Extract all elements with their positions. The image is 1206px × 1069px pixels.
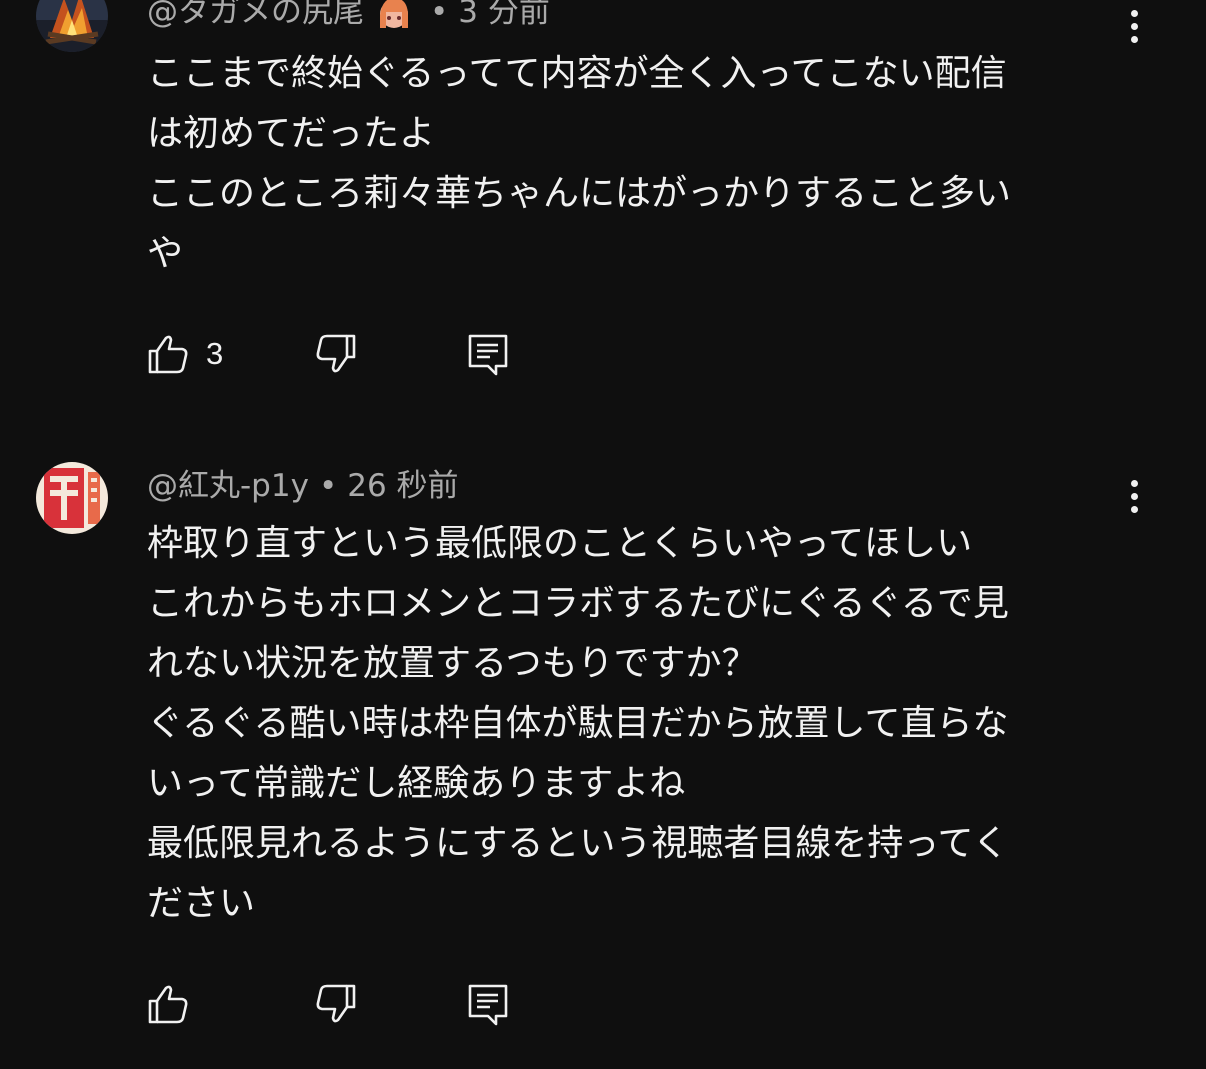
more-options-button[interactable] bbox=[1114, 472, 1154, 520]
thumbs-up-icon bbox=[148, 985, 188, 1024]
campfire-avatar-icon bbox=[36, 0, 108, 52]
reply-button[interactable] bbox=[466, 980, 510, 1028]
comment-thread-item: @タガメの尻尾 • 3 分前 ここまで終始ぐるってて内容が全く入ってこない配信 … bbox=[0, 0, 1206, 400]
author-avatar[interactable] bbox=[36, 462, 108, 534]
comment-line: ここまで終始ぐるってて内容が全く入ってこない配信 bbox=[147, 53, 1007, 94]
comment-action-bar bbox=[146, 980, 546, 1028]
comment-line: いって常識だし経験ありますよね bbox=[147, 763, 686, 804]
comment-header: @タガメの尻尾 • 3 分前 bbox=[147, 0, 550, 32]
like-button[interactable]: 3 bbox=[146, 330, 223, 378]
comment-line: 枠取り直すという最低限のことくらいやってほしい bbox=[147, 523, 973, 564]
author-avatar[interactable] bbox=[36, 0, 108, 52]
comment-text: 枠取り直すという最低限のことくらいやってほしい これからもホロメンとコラボするた… bbox=[147, 514, 1107, 934]
more-options-button[interactable] bbox=[1114, 2, 1154, 50]
dislike-button[interactable] bbox=[314, 980, 358, 1028]
comment-line: ここのところ莉々華ちゃんにはがっかりすること多い bbox=[147, 173, 1012, 214]
comment-line: 最低限見れるようにするという視聴者目線を持ってく bbox=[147, 823, 1009, 864]
like-button[interactable] bbox=[146, 980, 190, 1028]
member-badge-icon bbox=[372, 0, 416, 30]
comment-line: や bbox=[147, 233, 184, 274]
author-name[interactable]: @紅丸-p1y bbox=[147, 466, 309, 506]
red-emblem-avatar-icon bbox=[36, 462, 108, 534]
thumbs-down-icon bbox=[316, 334, 356, 373]
reply-comment-icon bbox=[468, 984, 508, 1026]
comment-thread-item: @紅丸-p1y • 26 秒前 枠取り直すという最低限のことくらいやってほしい … bbox=[0, 456, 1206, 1056]
like-count: 3 bbox=[206, 336, 224, 371]
separator-dot: • bbox=[430, 0, 449, 30]
comment-timestamp[interactable]: 26 秒前 bbox=[347, 466, 458, 506]
comment-line: ぐるぐる酷い時は枠自体が駄目だから放置して直らな bbox=[147, 703, 1009, 744]
author-name[interactable]: @タガメの尻尾 bbox=[147, 0, 364, 32]
comment-line: ださい bbox=[147, 883, 256, 924]
more-vert-icon bbox=[1130, 9, 1138, 17]
comment-line: は初めてだったよ bbox=[147, 113, 436, 154]
separator-dot: • bbox=[318, 468, 338, 504]
comment-timestamp[interactable]: 3 分前 bbox=[458, 0, 550, 32]
dislike-button[interactable] bbox=[314, 330, 358, 378]
comment-action-bar: 3 bbox=[146, 330, 546, 378]
thumbs-up-icon bbox=[148, 335, 188, 374]
comment-line: れない状況を放置するつもりですか？ bbox=[147, 643, 758, 684]
comment-header: @紅丸-p1y • 26 秒前 bbox=[147, 466, 459, 506]
thumbs-down-icon bbox=[316, 984, 356, 1023]
comment-line: これからもホロメンとコラボするたびにぐるぐるで見 bbox=[147, 583, 1009, 624]
reply-comment-icon bbox=[468, 334, 508, 376]
more-vert-icon bbox=[1130, 479, 1138, 487]
comment-text: ここまで終始ぐるってて内容が全く入ってこない配信 は初めてだったよ ここのところ… bbox=[147, 44, 1107, 284]
reply-button[interactable] bbox=[466, 330, 510, 378]
